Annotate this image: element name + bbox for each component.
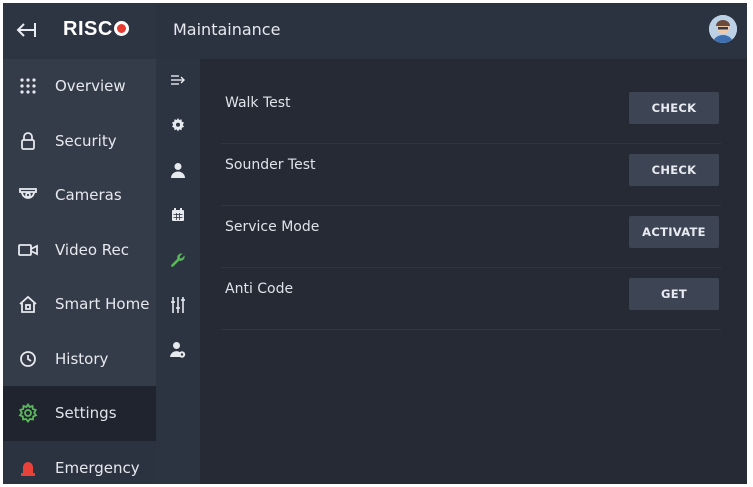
rail-item-users[interactable] xyxy=(156,149,200,194)
rail-item-general[interactable] xyxy=(156,104,200,149)
sounder-test-label: Sounder Test xyxy=(225,157,316,173)
anti-code-get-button[interactable]: GET xyxy=(629,278,719,310)
gear-icon xyxy=(18,403,38,424)
sidebar-item-label: Overview xyxy=(55,77,126,96)
sidebar-item-smart-home[interactable]: Smart Home xyxy=(3,277,156,332)
sidebar-header: RISC xyxy=(3,3,156,59)
rail-item-collapse[interactable] xyxy=(156,59,200,104)
sidebar-item-label: Settings xyxy=(55,404,117,423)
dome-camera-icon xyxy=(18,185,38,205)
logo-text: RISC xyxy=(63,18,113,40)
sidebar-item-label: Video Rec xyxy=(55,240,130,259)
sidebar-nav: Overview Security Cameras Video Rec Smar… xyxy=(3,59,156,484)
rail-item-advanced[interactable] xyxy=(156,284,200,329)
page-title: Maintainance xyxy=(173,20,281,39)
sidebar-item-label: Security xyxy=(55,131,117,150)
calendar-icon xyxy=(171,207,185,226)
sidebar-item-label: Smart Home xyxy=(55,295,150,314)
service-mode-row: Service Mode ACTIVATE xyxy=(221,205,721,268)
sidebar-item-settings[interactable]: Settings xyxy=(3,386,156,441)
risco-logo: RISC xyxy=(63,18,129,41)
siren-icon xyxy=(18,458,38,478)
maintenance-panel: Walk Test CHECK Sounder Test CHECK Servi… xyxy=(200,59,747,484)
rail-item-calendar[interactable] xyxy=(156,194,200,239)
anti-code-row: Anti Code GET xyxy=(221,267,721,330)
home-icon xyxy=(18,294,38,314)
sidebar: RISC Overview Security Cameras Video Rec… xyxy=(3,3,156,484)
collapse-arrow-icon xyxy=(170,72,186,91)
back-arrow-icon[interactable] xyxy=(15,19,37,41)
sidebar-item-video-rec[interactable]: Video Rec xyxy=(3,223,156,278)
avatar[interactable] xyxy=(709,15,737,43)
rail-item-user-settings[interactable] xyxy=(156,329,200,374)
walk-test-check-button[interactable]: CHECK xyxy=(629,92,719,124)
sidebar-item-history[interactable]: History xyxy=(3,332,156,387)
rail-item-maintenance[interactable] xyxy=(156,239,200,284)
padlock-icon xyxy=(18,131,38,151)
service-mode-label: Service Mode xyxy=(225,219,320,235)
settings-icon-rail xyxy=(156,59,200,484)
sidebar-item-label: Emergency xyxy=(55,458,140,477)
sounder-test-row: Sounder Test CHECK xyxy=(221,143,721,206)
walk-test-label: Walk Test xyxy=(225,95,291,111)
gear-small-icon xyxy=(171,117,185,136)
walk-test-row: Walk Test CHECK xyxy=(221,81,721,144)
anti-code-label: Anti Code xyxy=(225,281,294,297)
sidebar-item-cameras[interactable]: Cameras xyxy=(3,168,156,223)
wrench-icon xyxy=(170,252,186,272)
sidebar-item-label: Cameras xyxy=(55,186,122,205)
sidebar-item-security[interactable]: Security xyxy=(3,114,156,169)
app-window: RISC Overview Security Cameras Video Rec… xyxy=(3,3,747,484)
sidebar-item-emergency[interactable]: Emergency xyxy=(3,440,156,484)
logo-mark-icon xyxy=(113,21,129,36)
grid-dots-icon xyxy=(18,76,38,96)
sidebar-item-label: History xyxy=(55,349,109,368)
video-camera-icon xyxy=(18,240,38,260)
clock-history-icon xyxy=(18,349,38,369)
user-icon xyxy=(171,162,185,182)
sounder-test-check-button[interactable]: CHECK xyxy=(629,154,719,186)
top-bar: Maintainance xyxy=(156,3,747,59)
sidebar-item-overview[interactable]: Overview xyxy=(3,59,156,114)
user-settings-icon xyxy=(170,341,186,363)
sliders-icon xyxy=(170,296,186,318)
service-mode-activate-button[interactable]: ACTIVATE xyxy=(629,216,719,248)
